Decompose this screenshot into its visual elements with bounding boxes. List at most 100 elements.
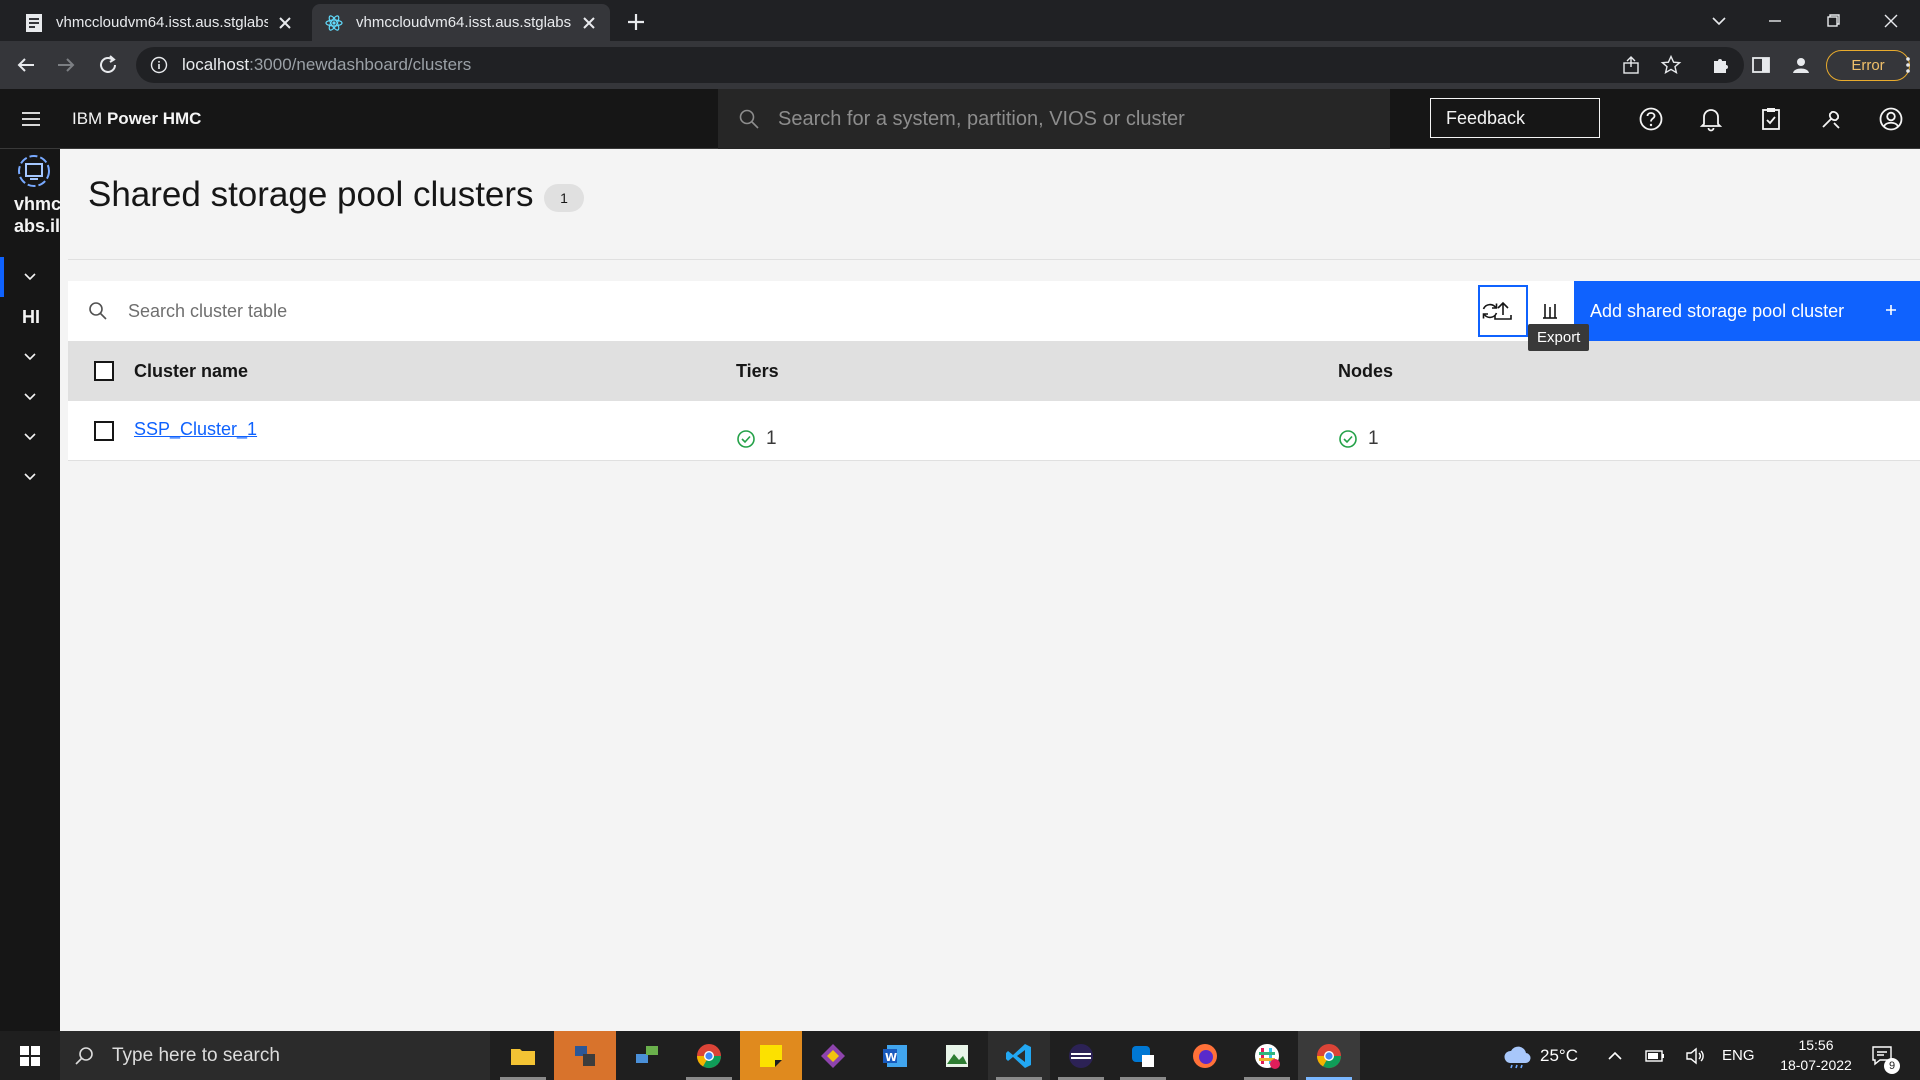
- count-badge: 1: [544, 184, 584, 212]
- export-button[interactable]: [1478, 285, 1528, 337]
- close-tab-icon[interactable]: [580, 14, 598, 32]
- side-navigation: vhmc abs.il HI: [0, 149, 60, 1031]
- url-host: localhost: [182, 55, 250, 74]
- bookmark-star-icon[interactable]: [1660, 54, 1682, 76]
- forward-arrow-icon[interactable]: [54, 53, 78, 77]
- sidenav-active-indicator: [0, 257, 4, 297]
- table-row: SSP_Cluster_1 1 1: [68, 401, 1920, 461]
- extensions-puzzle-icon[interactable]: [1710, 54, 1732, 76]
- hmc-logo-icon: [18, 155, 50, 187]
- slack-app[interactable]: [1236, 1031, 1298, 1080]
- back-arrow-icon[interactable]: [14, 53, 38, 77]
- chevron-down-icon[interactable]: [22, 469, 38, 485]
- plus-icon: [1886, 305, 1896, 315]
- battery-icon[interactable]: [1644, 1046, 1666, 1066]
- cluster-data-table: Search cluster table Export Add shared s…: [68, 281, 1920, 1031]
- chevron-down-icon[interactable]: [22, 269, 38, 285]
- vscode-app[interactable]: [988, 1031, 1050, 1080]
- settings-wrench-icon[interactable]: [1817, 105, 1845, 133]
- image-editor-icon: [946, 1044, 968, 1067]
- browser-menu-icon[interactable]: [1904, 54, 1912, 76]
- browser-address-bar: localhost:3000/newdashboard/clusters Err…: [0, 41, 1920, 89]
- profile-error-chip[interactable]: Error: [1826, 50, 1910, 81]
- tab-search-chevron-icon[interactable]: [1706, 8, 1732, 34]
- pinned-app-11[interactable]: [1112, 1031, 1174, 1080]
- url-bar[interactable]: localhost:3000/newdashboard/clusters: [136, 47, 1744, 83]
- input-language[interactable]: ENG: [1722, 1031, 1755, 1080]
- columns-icon: [1543, 304, 1557, 319]
- volume-icon[interactable]: [1684, 1046, 1706, 1066]
- weather-widget[interactable]: 25°C: [1502, 1031, 1578, 1080]
- vscode-icon: [1006, 1043, 1031, 1068]
- file-explorer-app[interactable]: [492, 1031, 554, 1080]
- folder-icon: [511, 1048, 535, 1065]
- clock-date: 18-07-2022: [1780, 1057, 1852, 1073]
- main-content: Shared storage pool clusters 1 Search cl…: [60, 149, 1920, 1031]
- browser-tab-2[interactable]: vhmccloudvm64.isst.aus.stglabs.i: [312, 4, 610, 41]
- select-all-checkbox[interactable]: [94, 361, 114, 381]
- share-icon[interactable]: [1620, 54, 1642, 76]
- minimize-icon[interactable]: [1762, 8, 1788, 34]
- check-circle-icon: [737, 430, 755, 448]
- hamburger-menu-icon[interactable]: [20, 108, 42, 130]
- row-select-checkbox[interactable]: [94, 421, 114, 441]
- user-avatar-icon[interactable]: [1877, 105, 1905, 133]
- taskbar-search-input[interactable]: Type here to search: [60, 1031, 490, 1080]
- windows-taskbar: Type here to search W 25°C ENG 15:56 18-…: [0, 1031, 1920, 1080]
- table-search-placeholder: Search cluster table: [128, 300, 288, 321]
- remote-desktop-icon: [636, 1045, 658, 1063]
- site-info-icon[interactable]: [150, 56, 168, 74]
- profile-icon[interactable]: [1790, 54, 1812, 76]
- column-header-tiers[interactable]: Tiers: [736, 361, 779, 382]
- restore-icon[interactable]: [1820, 8, 1846, 34]
- cluster-name-cell: SSP_Cluster_1: [134, 419, 257, 440]
- pinned-app-8[interactable]: [926, 1031, 988, 1080]
- close-window-icon[interactable]: [1878, 8, 1904, 34]
- chrome-icon: [697, 1043, 721, 1068]
- help-icon[interactable]: [1637, 105, 1665, 133]
- chevron-down-icon[interactable]: [22, 429, 38, 445]
- feedback-button[interactable]: Feedback: [1430, 98, 1600, 138]
- tab-title: vhmccloudvm64.isst.aus.stglabs.i: [356, 14, 572, 31]
- clock-time: 15:56: [1798, 1037, 1834, 1053]
- column-header-nodes[interactable]: Nodes: [1338, 361, 1393, 382]
- check-circle-icon: [1339, 430, 1357, 448]
- export-tooltip: Export: [1528, 324, 1590, 351]
- windows-start-icon[interactable]: [20, 1046, 40, 1066]
- column-header-cluster-name[interactable]: Cluster name: [134, 361, 248, 382]
- chat-app-icon: [1132, 1045, 1154, 1067]
- pinned-app-2[interactable]: [554, 1031, 616, 1080]
- page-header: Shared storage pool clusters 1: [60, 149, 1920, 259]
- eclipse-app[interactable]: [1050, 1031, 1112, 1080]
- task-clipboard-icon[interactable]: [1757, 105, 1785, 133]
- notification-bell-icon[interactable]: [1697, 105, 1725, 133]
- browser-tab-1[interactable]: vhmccloudvm64.isst.aus.stglabs.i: [12, 4, 306, 41]
- chevron-down-icon[interactable]: [22, 349, 38, 365]
- word-app[interactable]: W: [864, 1031, 926, 1080]
- add-cluster-button[interactable]: Add shared storage pool cluster: [1574, 281, 1920, 341]
- close-tab-icon[interactable]: [276, 14, 294, 32]
- reload-icon[interactable]: [96, 53, 120, 77]
- side-panel-icon[interactable]: [1750, 54, 1772, 76]
- firefox-app[interactable]: [1174, 1031, 1236, 1080]
- chrome-app[interactable]: [678, 1031, 740, 1080]
- global-search-placeholder: Search for a system, partition, VIOS or …: [778, 107, 1185, 130]
- cluster-name-link[interactable]: SSP_Cluster_1: [134, 419, 257, 440]
- taskbar-clock[interactable]: 15:56 18-07-2022: [1770, 1035, 1862, 1075]
- sticky-notes-app[interactable]: [740, 1031, 802, 1080]
- brand-name[interactable]: IBM Power HMC: [72, 109, 201, 129]
- global-search-input[interactable]: Search for a system, partition, VIOS or …: [718, 89, 1390, 149]
- word-icon: W: [883, 1044, 907, 1067]
- pinned-app-6[interactable]: [802, 1031, 864, 1080]
- weather-cloud-icon: [1504, 1046, 1531, 1068]
- firefox-icon: [1193, 1043, 1217, 1068]
- chrome-app-active[interactable]: [1298, 1031, 1360, 1080]
- pinned-app-3[interactable]: [616, 1031, 678, 1080]
- sidenav-section-label[interactable]: HI: [22, 307, 40, 328]
- table-toolbar: Search cluster table Export Add shared s…: [68, 281, 1920, 351]
- table-search-input[interactable]: Search cluster table: [68, 281, 1428, 341]
- chevron-down-icon[interactable]: [22, 389, 38, 405]
- url-path: :3000/newdashboard/clusters: [249, 55, 472, 74]
- chevron-up-icon[interactable]: [1606, 1047, 1624, 1065]
- new-tab-icon[interactable]: [624, 10, 648, 34]
